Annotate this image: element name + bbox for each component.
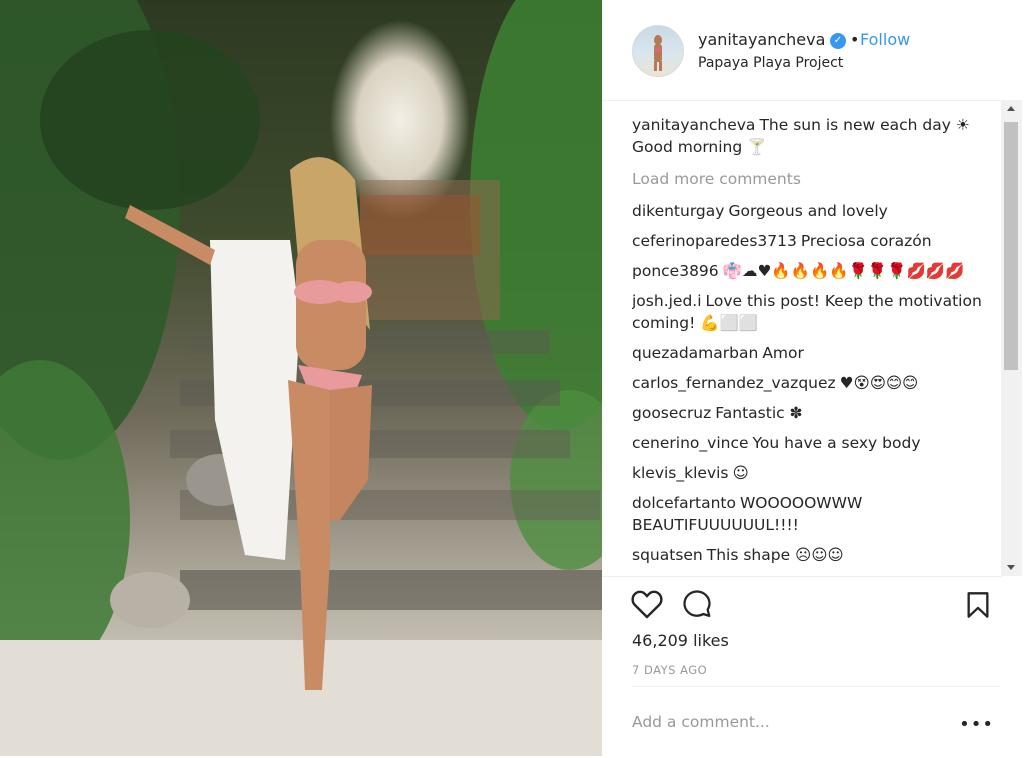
post-photo: [0, 0, 602, 756]
comments-scrollbar[interactable]: [1001, 100, 1022, 576]
comment-text: You have a sexy body: [752, 434, 921, 452]
username-link[interactable]: yanitayancheva: [698, 30, 825, 49]
scroll-down-arrow-icon[interactable]: [1007, 565, 1015, 570]
comment-author[interactable]: goosecruz: [632, 404, 711, 422]
load-more-comments-button[interactable]: Load more comments: [632, 168, 1000, 190]
comment-text: 👘☁♥🔥🔥🔥🔥🌹🌹🌹💋💋💋: [722, 262, 965, 280]
post-header: yanitayancheva ✓ • Follow Papaya Playa P…: [602, 0, 1002, 101]
comment-author[interactable]: ceferinoparedes3713: [632, 232, 797, 250]
comment-author[interactable]: dolcefartanto: [632, 494, 736, 512]
comment-item: carlos_fernandez_vazquez ♥😵😍😊😊: [632, 372, 1000, 394]
comment-item: dolcefartanto WOOOOOWWW BEAUTIFUUUUUUL!!!…: [632, 492, 1000, 536]
post-caption: yanitayancheva The sun is new each day ☀ …: [632, 114, 1000, 158]
comment-item: ponce3896 👘☁♥🔥🔥🔥🔥🌹🌹🌹💋💋💋: [632, 260, 1000, 282]
comment-author[interactable]: dikenturgay: [632, 202, 724, 220]
comment-text: Gorgeous and lovely: [728, 202, 888, 220]
comment-text: This shape ☹☺☺: [706, 546, 844, 564]
post-side-panel: yanitayancheva ✓ • Follow Papaya Playa P…: [602, 0, 1024, 756]
comment-item: ceferinoparedes3713 Preciosa corazón: [632, 230, 1000, 252]
comment-author[interactable]: quezadamarban: [632, 344, 758, 362]
comment-text: ♥😵😍😊😊: [839, 374, 919, 392]
follow-button[interactable]: Follow: [860, 30, 910, 49]
comment-item: squatsen This shape ☹☺☺: [632, 544, 1000, 566]
comments-list: yanitayancheva The sun is new each day ☀ …: [632, 114, 1000, 576]
avatar[interactable]: [632, 25, 684, 77]
verified-badge-icon: ✓: [830, 33, 846, 49]
bookmark-icon[interactable]: [966, 591, 990, 619]
comment-author[interactable]: cenerino_vince: [632, 434, 749, 452]
comment-icon[interactable]: [682, 589, 712, 619]
comment-item: klevis_klevis ☺: [632, 462, 1000, 484]
comment-author[interactable]: carlos_fernandez_vazquez: [632, 374, 836, 392]
comment-text: Fantastic ✽: [715, 404, 803, 422]
comment-item: cenerino_vince You have a sexy body: [632, 432, 1000, 454]
location-link[interactable]: Papaya Playa Project: [698, 55, 843, 71]
add-comment-input[interactable]: Add a comment...: [632, 713, 770, 731]
post-actions: 46,209 likes 7 DAYS AGO Add a comment...…: [602, 576, 1002, 757]
heart-icon[interactable]: [630, 589, 664, 619]
comment-author[interactable]: josh.jed.i: [632, 292, 702, 310]
comment-item: dikenturgay Gorgeous and lovely: [632, 200, 1000, 222]
more-options-icon[interactable]: •••: [959, 714, 994, 735]
scrollbar-thumb[interactable]: [1004, 122, 1018, 370]
add-comment-row: Add a comment... •••: [632, 686, 1000, 758]
comment-text: ☺: [732, 464, 749, 482]
comment-item: goosecruz Fantastic ✽: [632, 402, 1000, 424]
avatar-image: [654, 35, 662, 71]
comment-text: Preciosa corazón: [800, 232, 932, 250]
comment-item: josh.jed.i Love this post! Keep the motiv…: [632, 290, 1000, 334]
caption-author[interactable]: yanitayancheva: [632, 116, 755, 134]
scroll-up-arrow-icon[interactable]: [1007, 106, 1015, 111]
comment-item: quezadamarban Amor: [632, 342, 1000, 364]
separator-dot: •: [850, 30, 860, 49]
comment-text: Amor: [762, 344, 804, 362]
post-timestamp[interactable]: 7 DAYS AGO: [632, 663, 707, 677]
photo-illustration: [0, 0, 602, 756]
comment-author[interactable]: ponce3896: [632, 262, 719, 280]
comment-author[interactable]: squatsen: [632, 546, 703, 564]
likes-count[interactable]: 46,209 likes: [632, 631, 729, 650]
comment-author[interactable]: klevis_klevis: [632, 464, 729, 482]
